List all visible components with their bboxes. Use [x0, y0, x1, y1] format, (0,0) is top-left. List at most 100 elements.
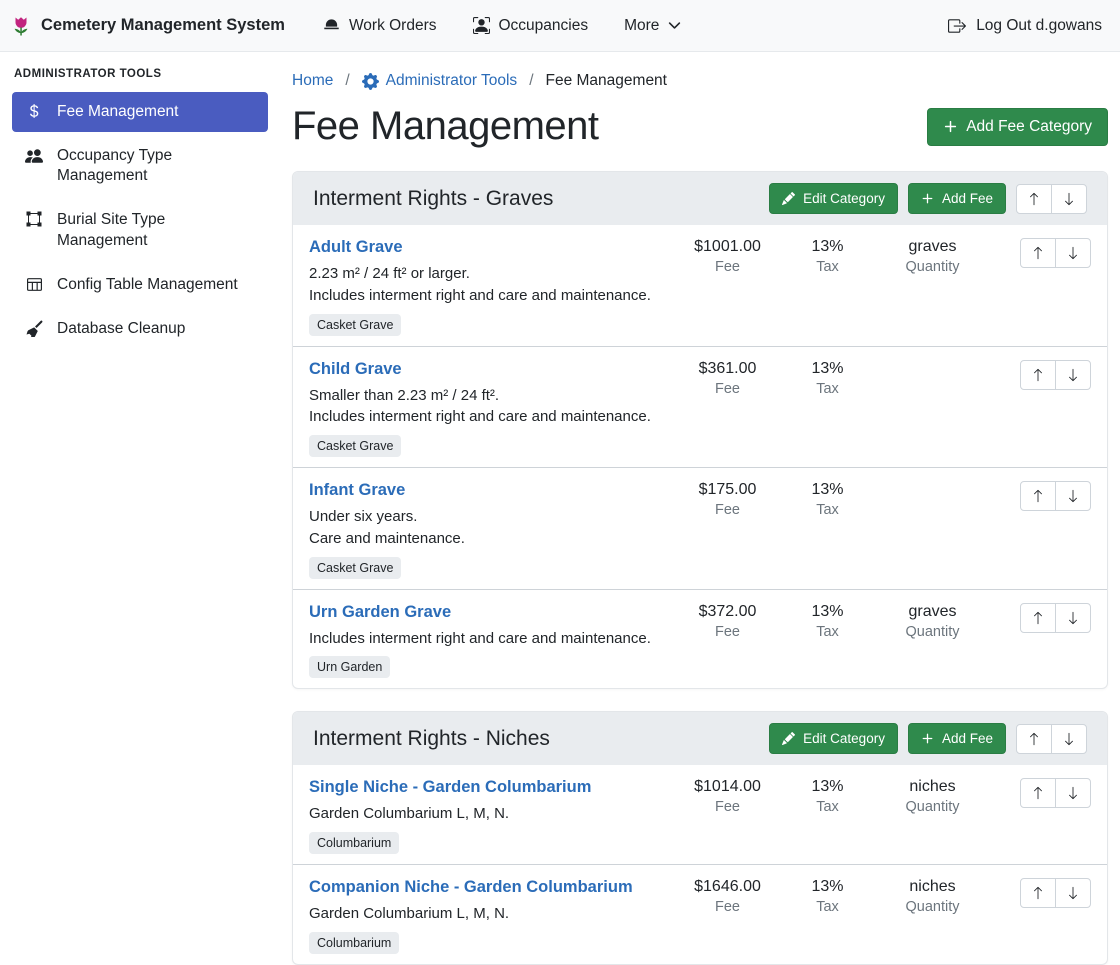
move-fee-down-button[interactable] — [1055, 481, 1091, 511]
fee-list: Adult Grave 2.23 m² / 24 ft² or larger.I… — [293, 225, 1107, 688]
fee-type-badge: Columbarium — [309, 932, 399, 954]
sidebar-item-database-cleanup[interactable]: Database Cleanup — [12, 309, 268, 349]
edit-category-button[interactable]: Edit Category — [769, 183, 898, 214]
sidebar-item-config-table-management[interactable]: Config Table Management — [12, 265, 268, 305]
fee-tax-label: Tax — [785, 381, 870, 397]
arrow-down-icon — [1066, 246, 1080, 260]
brand-link[interactable]: Cemetery Management System — [10, 15, 285, 37]
fee-name-link[interactable]: Single Niche - Garden Columbarium — [309, 778, 591, 797]
fee-amount-value: $1001.00 — [670, 238, 785, 256]
sidebar-item-fee-management[interactable]: Fee Management — [12, 92, 268, 132]
tulip-logo-icon — [10, 15, 32, 37]
fee-amount-value: $175.00 — [670, 481, 785, 499]
fee-name-link[interactable]: Urn Garden Grave — [309, 603, 451, 622]
title-row: Fee Management Add Fee Category — [292, 104, 1108, 149]
add-fee-category-label: Add Fee Category — [966, 118, 1092, 136]
fee-row: Companion Niche - Garden Columbarium Gar… — [293, 864, 1107, 964]
move-category-up-button[interactable] — [1016, 184, 1052, 214]
fee-amount-value: $1646.00 — [670, 878, 785, 896]
move-fee-down-button[interactable] — [1055, 603, 1091, 633]
fee-main: Child Grave Smaller than 2.23 m² / 24 ft… — [309, 360, 670, 458]
move-category-down-button[interactable] — [1051, 184, 1087, 214]
vector-square-icon — [24, 211, 44, 227]
add-fee-button[interactable]: Add Fee — [908, 183, 1006, 214]
fee-amount-cell: $361.00 Fee — [670, 360, 785, 397]
fee-amount-label: Fee — [670, 381, 785, 397]
sidebar-item-occupancy-type-management[interactable]: Occupancy Type Management — [12, 136, 268, 196]
fee-category-card: Interment Rights - Niches Edit Category — [292, 711, 1108, 965]
breadcrumb-current: Fee Management — [546, 72, 668, 90]
move-fee-down-button[interactable] — [1055, 878, 1091, 908]
add-fee-label: Add Fee — [942, 191, 993, 206]
nav-occupancies[interactable]: Occupancies — [473, 17, 589, 35]
fee-amount-value: $1014.00 — [670, 778, 785, 796]
move-fee-up-button[interactable] — [1020, 238, 1056, 268]
fee-row: Child Grave Smaller than 2.23 m² / 24 ft… — [293, 346, 1107, 468]
edit-category-label: Edit Category — [803, 191, 885, 206]
fee-name-link[interactable]: Child Grave — [309, 360, 402, 379]
fee-tax-label: Tax — [785, 259, 870, 275]
nav-more[interactable]: More — [624, 17, 681, 35]
breadcrumb-home-link[interactable]: Home — [292, 72, 333, 90]
fee-amount-cell: $1646.00 Fee — [670, 878, 785, 915]
move-fee-up-button[interactable] — [1020, 778, 1056, 808]
edit-category-button[interactable]: Edit Category — [769, 723, 898, 754]
fee-reorder-group-wrap — [1020, 238, 1091, 268]
fee-quantity-label: Quantity — [870, 624, 995, 640]
fee-name-link[interactable]: Adult Grave — [309, 238, 403, 257]
move-fee-up-button[interactable] — [1020, 481, 1056, 511]
fee-main: Single Niche - Garden Columbarium Garden… — [309, 778, 670, 854]
add-fee-button[interactable]: Add Fee — [908, 723, 1006, 754]
logout-link[interactable]: Log Out d.gowans — [948, 17, 1102, 35]
sidebar-item-burial-site-type-management[interactable]: Burial Site Type Management — [12, 200, 268, 260]
fee-reorder-group — [1020, 360, 1091, 390]
move-fee-up-button[interactable] — [1020, 878, 1056, 908]
nav-work-orders[interactable]: Work Orders — [323, 17, 437, 35]
breadcrumb-admin-tools-label: Administrator Tools — [386, 72, 518, 90]
fee-reorder-group-wrap — [1020, 481, 1091, 511]
move-fee-down-button[interactable] — [1055, 360, 1091, 390]
move-fee-down-button[interactable] — [1055, 238, 1091, 268]
nav-links: Work Orders Occupancies More — [323, 17, 682, 35]
hard-hat-icon — [323, 17, 340, 34]
top-navbar: Cemetery Management System Work Orders O… — [0, 0, 1120, 52]
arrow-down-icon — [1066, 489, 1080, 503]
move-category-up-button[interactable] — [1016, 724, 1052, 754]
fee-reorder-group-wrap — [1020, 360, 1091, 390]
pencil-icon — [782, 192, 795, 205]
fee-reorder-group — [1020, 238, 1091, 268]
fee-list: Single Niche - Garden Columbarium Garden… — [293, 765, 1107, 964]
fee-amount-label: Fee — [670, 799, 785, 815]
fee-row: Adult Grave 2.23 m² / 24 ft² or larger.I… — [293, 225, 1107, 346]
fee-quantity-cell: niches Quantity — [870, 778, 995, 815]
fee-name-link[interactable]: Infant Grave — [309, 481, 405, 500]
fee-amount-value: $361.00 — [670, 360, 785, 378]
breadcrumb-admin-tools-link[interactable]: Administrator Tools — [362, 72, 518, 90]
fee-tax-label: Tax — [785, 799, 870, 815]
move-fee-up-button[interactable] — [1020, 360, 1056, 390]
fee-amount-cell: $175.00 Fee — [670, 481, 785, 518]
category-title: Interment Rights - Niches — [313, 727, 550, 751]
category-list: Interment Rights - Graves Edit Category — [292, 171, 1108, 965]
fee-tax-cell: 13% Tax — [785, 360, 870, 397]
nav-occupancies-label: Occupancies — [499, 17, 589, 35]
fee-badge-wrap: Columbarium — [309, 832, 670, 854]
fee-tax-value: 13% — [785, 238, 870, 256]
fee-amount-label: Fee — [670, 899, 785, 915]
fee-name-link[interactable]: Companion Niche - Garden Columbarium — [309, 878, 633, 897]
gear-icon — [362, 73, 379, 90]
fee-amount-cell: $372.00 Fee — [670, 603, 785, 640]
fee-amount-label: Fee — [670, 259, 785, 275]
move-category-down-button[interactable] — [1051, 724, 1087, 754]
fee-type-badge: Columbarium — [309, 832, 399, 854]
move-fee-up-button[interactable] — [1020, 603, 1056, 633]
broom-icon — [24, 320, 44, 337]
fee-tax-cell: 13% Tax — [785, 878, 870, 915]
sidebar-item-label: Fee Management — [57, 102, 179, 122]
fee-tax-value: 13% — [785, 878, 870, 896]
fee-quantity-label: Quantity — [870, 899, 995, 915]
move-fee-down-button[interactable] — [1055, 778, 1091, 808]
category-header: Interment Rights - Niches Edit Category — [293, 712, 1107, 765]
add-fee-category-button[interactable]: Add Fee Category — [927, 108, 1108, 146]
logout-icon — [948, 17, 966, 35]
